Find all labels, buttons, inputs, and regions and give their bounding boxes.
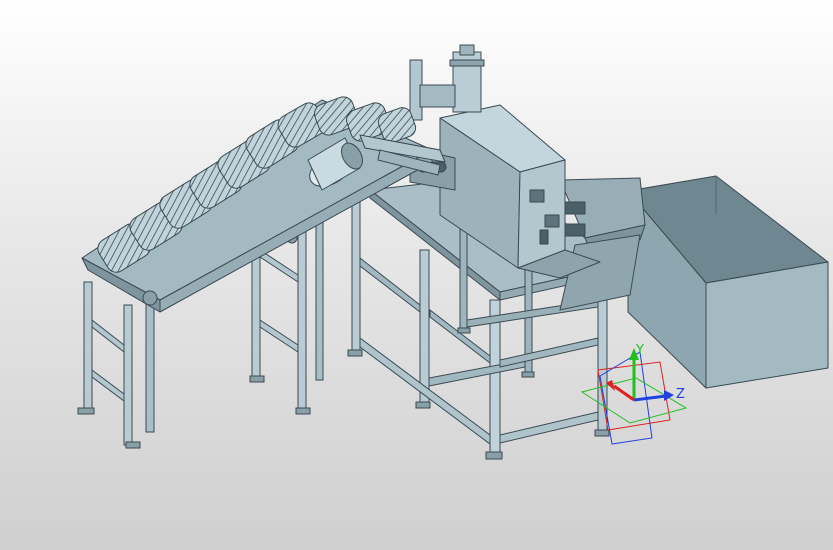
cad-3d-viewport[interactable]: Y Z xyxy=(0,0,833,550)
collection-bin[interactable] xyxy=(627,175,829,389)
y-axis-label: Y xyxy=(635,343,644,358)
assembly-model[interactable]: Y Z xyxy=(0,0,833,550)
z-axis-arrow xyxy=(633,394,667,402)
x-axis-arrow xyxy=(613,384,635,402)
z-axis-label: Z xyxy=(676,387,685,402)
